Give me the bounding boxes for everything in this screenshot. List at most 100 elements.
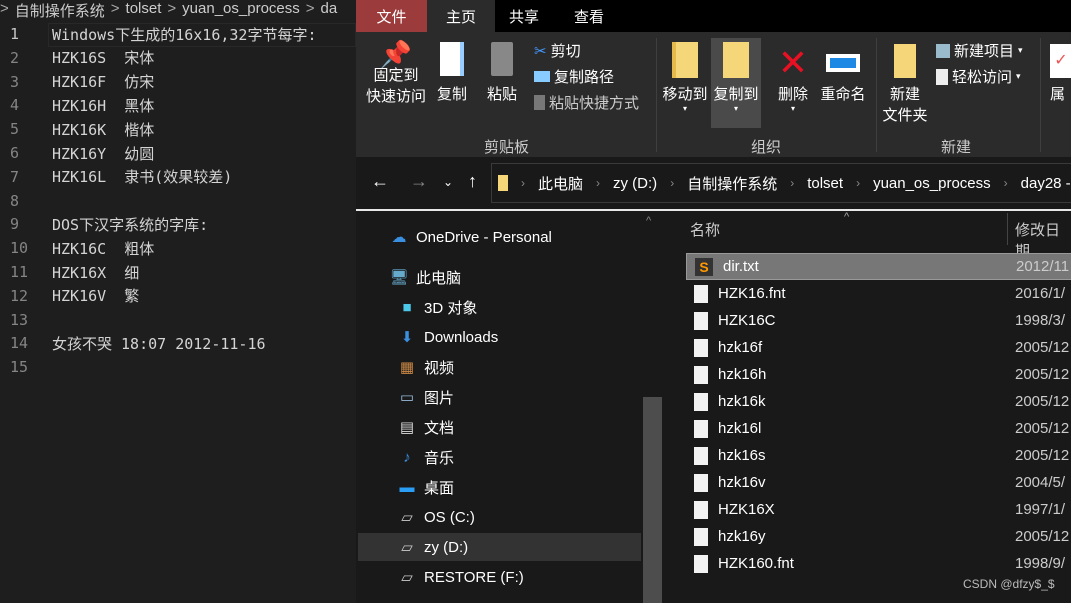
file-row[interactable]: hzk16y 2005/12 [686,523,1071,550]
new-item-button[interactable]: 新建项目 ▾ [936,40,1023,61]
nav-item[interactable]: ☁ OneDrive - Personal [358,223,641,251]
file-row[interactable]: hzk16h 2005/12 [686,361,1071,388]
group-clipboard: 剪贴板 [484,139,530,156]
paste-shortcut-button[interactable]: 粘贴快捷方式 [534,92,639,113]
breadcrumb-item[interactable]: tolset [126,0,162,20]
breadcrumb-item[interactable]: da [321,0,338,20]
copy-path-button[interactable]: 复制路径 [534,66,614,87]
line-number: 14 [10,334,29,353]
file-row[interactable]: HZK160.fnt 1998/9/ [686,550,1071,577]
editor-line[interactable]: 2 HZK16S 宋体 [0,46,154,70]
scroll-up-icon[interactable]: ^ [646,215,651,227]
up-button[interactable]: ↑ [468,171,477,192]
label: 删除 [777,86,808,103]
label: 复制 [436,86,467,103]
pin-quick-access-button[interactable]: 📌 固定到 快速访问 [364,41,428,107]
line-number: 7 [10,167,20,186]
cut-button[interactable]: ✂ 剪切 [534,40,581,61]
file-row[interactable]: hzk16l 2005/12 [686,415,1071,442]
address-segment[interactable]: day28 - [1021,175,1071,192]
editor-line[interactable]: 3 HZK16F 仿宋 [0,70,154,94]
file-name: HZK16C [718,312,776,329]
editor-line[interactable]: 12 HZK16V 繁 [0,284,139,308]
forward-button[interactable]: → [410,171,428,192]
address-segment[interactable]: 此电脑 [538,173,583,194]
file-date: 1998/9/ [1015,555,1066,572]
recent-dropdown-button[interactable]: ⌄ [443,175,453,189]
copy-icon [440,42,464,76]
ribbon-tabs: 文件 主页 共享 查看 [356,0,1071,32]
editor-line[interactable]: 6 HZK16Y 幼圆 [0,141,154,165]
dropdown-icon: ▾ [733,104,738,113]
nav-item[interactable]: ▱ zy (D:) [358,533,641,561]
rename-button[interactable]: 重命名 [818,42,868,105]
editor-line[interactable]: 7 HZK16L 隶书(效果较差) [0,165,232,189]
breadcrumb-item[interactable]: 自制操作系统 [15,0,105,20]
paste-button[interactable]: 粘贴 [482,42,522,105]
nav-item[interactable]: ▭ 图片 [358,383,641,411]
address-segment[interactable]: 自制操作系统 [687,173,777,194]
nav-item[interactable]: ▬ 桌面 [358,473,641,501]
editor-line[interactable]: 5 HZK16K 楷体 [0,117,154,141]
file-row[interactable]: hzk16f 2005/12 [686,334,1071,361]
drive-icon: ▱ [401,569,413,586]
file-row[interactable]: HZK16C 1998/3/ [686,307,1071,334]
tab-view[interactable]: 查看 [553,0,625,32]
editor-line[interactable]: 15 [0,355,40,379]
editor-line[interactable]: 8 [0,189,40,213]
properties-icon: ✓ [1050,44,1071,78]
nav-item[interactable]: 🖥 此电脑 [358,263,641,291]
editor-line[interactable]: 14 女孩不哭 18:07 2012-11-16 [0,331,266,355]
file-icon [694,284,708,303]
nav-item[interactable]: ▦ 视频 [358,353,641,381]
copy-button[interactable]: 复制 [432,42,472,105]
nav-item[interactable]: ▱ RESTORE (F:) [358,563,641,591]
nav-item[interactable]: ♪ 音乐 [358,443,641,471]
tab-share[interactable]: 共享 [495,0,553,32]
breadcrumb-item[interactable]: yuan_os_process [182,0,300,20]
editor-line[interactable]: 9 DOS下汉字系统的字库: [0,212,208,236]
copy-to-button[interactable]: 复制到 ▾ [711,38,761,128]
scrollbar[interactable] [643,397,662,603]
nav-item[interactable]: ⬇ Downloads [358,323,641,351]
file-row[interactable]: Sdir.txt 2012/11 [686,253,1071,280]
editor-line[interactable]: 4 HZK16H 黑体 [0,93,154,117]
column-divider[interactable] [1007,213,1008,245]
new-folder-button[interactable]: 新建 文件夹 [880,44,930,126]
address-segment[interactable]: yuan_os_process [873,175,991,192]
file-date: 2004/5/ [1015,474,1066,491]
editor-line[interactable]: 10 HZK16C 粗体 [0,236,154,260]
properties-button[interactable]: ✓ 属 [1050,44,1071,105]
nav-item-label: 图片 [424,389,455,407]
delete-button[interactable]: ✕ 删除 ▾ [773,42,813,113]
nav-item[interactable]: ■ 3D 对象 [358,293,641,321]
move-to-button[interactable]: 移动到 ▾ [660,42,710,113]
back-button[interactable]: ← [371,171,389,192]
editor-line[interactable]: 13 [0,308,40,332]
tab-file[interactable]: 文件 [356,0,427,32]
tab-home[interactable]: 主页 [427,0,495,32]
file-list: ^ 名称 修改日期 Sdir.txt 2012/11 HZK16.fnt 2016/1… [666,211,1071,603]
file-row[interactable]: hzk16k 2005/12 [686,388,1071,415]
label: 属 [1050,86,1066,103]
text-editor[interactable]: > 自制操作系统 > tolset > yuan_os_process > da… [0,0,356,603]
file-icon [694,527,708,546]
nav-item[interactable]: ▤ 文档 [358,413,641,441]
address-bar[interactable]: › 此电脑 › zy (D:) › 自制操作系统 › tolset › yuan… [491,163,1071,203]
file-row[interactable]: HZK16X 1997/1/ [686,496,1071,523]
nav-item[interactable]: ▱ OS (C:) [358,503,641,531]
label: 剪切 [550,43,581,60]
address-segment[interactable]: zy (D:) [613,175,657,192]
column-header-name[interactable]: 名称 [690,219,720,240]
file-row[interactable]: HZK16.fnt 2016/1/ [686,280,1071,307]
file-row[interactable]: hzk16s 2005/12 [686,442,1071,469]
editor-line[interactable]: 1 Windows下生成的16x16,32字节每字: [0,22,317,46]
nav-item-label: zy (D:) [424,538,469,556]
address-segment[interactable]: tolset [807,175,843,192]
ribbon: 📌 固定到 快速访问 复制 粘贴 ✂ 剪切 复制路径 粘贴快捷方式 剪贴板 移动到… [356,32,1071,157]
editor-line[interactable]: 11 HZK16X 细 [0,260,139,284]
file-row[interactable]: hzk16v 2004/5/ [686,469,1071,496]
document-icon: ▤ [399,419,415,436]
easy-access-button[interactable]: 轻松访问 ▾ [936,66,1021,87]
line-number: 12 [10,286,29,305]
